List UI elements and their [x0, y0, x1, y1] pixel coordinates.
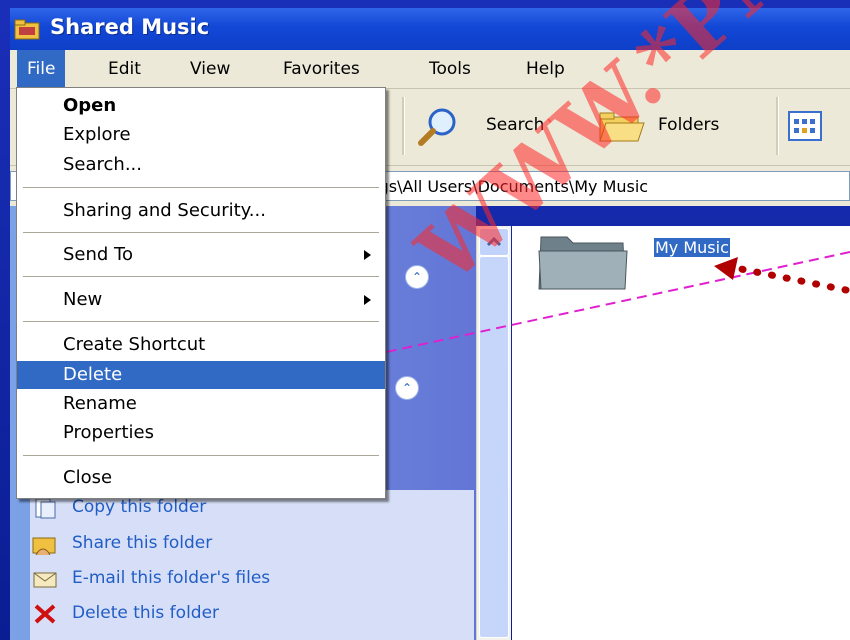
- menu-separator: [23, 455, 379, 456]
- menu-item-open[interactable]: Open: [17, 92, 385, 120]
- menu-item-sharing[interactable]: Sharing and Security...: [17, 197, 385, 225]
- menu-item-send-to-label: Send To: [63, 244, 134, 265]
- file-menu-dropdown: Open Explore Search... Sharing and Secur…: [16, 87, 386, 499]
- menu-item-search[interactable]: Search...: [17, 151, 385, 179]
- submenu-arrow-icon: [364, 295, 371, 305]
- menu-item-send-to[interactable]: Send To: [17, 241, 385, 269]
- menu-item-create-shortcut[interactable]: Create Shortcut: [17, 331, 385, 359]
- menu-item-delete-label: Delete: [63, 364, 123, 385]
- menu-item-open-label: Open: [63, 95, 117, 116]
- menu-item-new-label: New: [63, 289, 103, 310]
- menu-item-properties[interactable]: Properties: [17, 419, 385, 447]
- menu-separator: [23, 232, 379, 233]
- menu-item-sharing-label: Sharing and Security...: [63, 200, 266, 221]
- menu-item-search-label: Search...: [63, 154, 143, 175]
- submenu-arrow-icon: [364, 250, 371, 260]
- menu-separator: [23, 187, 379, 188]
- menu-item-delete[interactable]: Delete: [17, 361, 385, 389]
- menu-item-rename-label: Rename: [63, 393, 137, 414]
- menu-separator: [23, 276, 379, 277]
- menu-item-new[interactable]: New: [17, 286, 385, 314]
- menu-item-close[interactable]: Close: [17, 464, 385, 492]
- menu-item-explore-label: Explore: [63, 124, 131, 145]
- menu-item-rename[interactable]: Rename: [17, 390, 385, 418]
- annotation-dotted-arrow: [732, 264, 850, 294]
- menu-item-create-shortcut-label: Create Shortcut: [63, 334, 206, 355]
- menu-separator: [23, 321, 379, 322]
- menu-item-properties-label: Properties: [63, 422, 154, 443]
- menu-item-close-label: Close: [63, 467, 113, 488]
- menu-item-explore[interactable]: Explore: [17, 121, 385, 149]
